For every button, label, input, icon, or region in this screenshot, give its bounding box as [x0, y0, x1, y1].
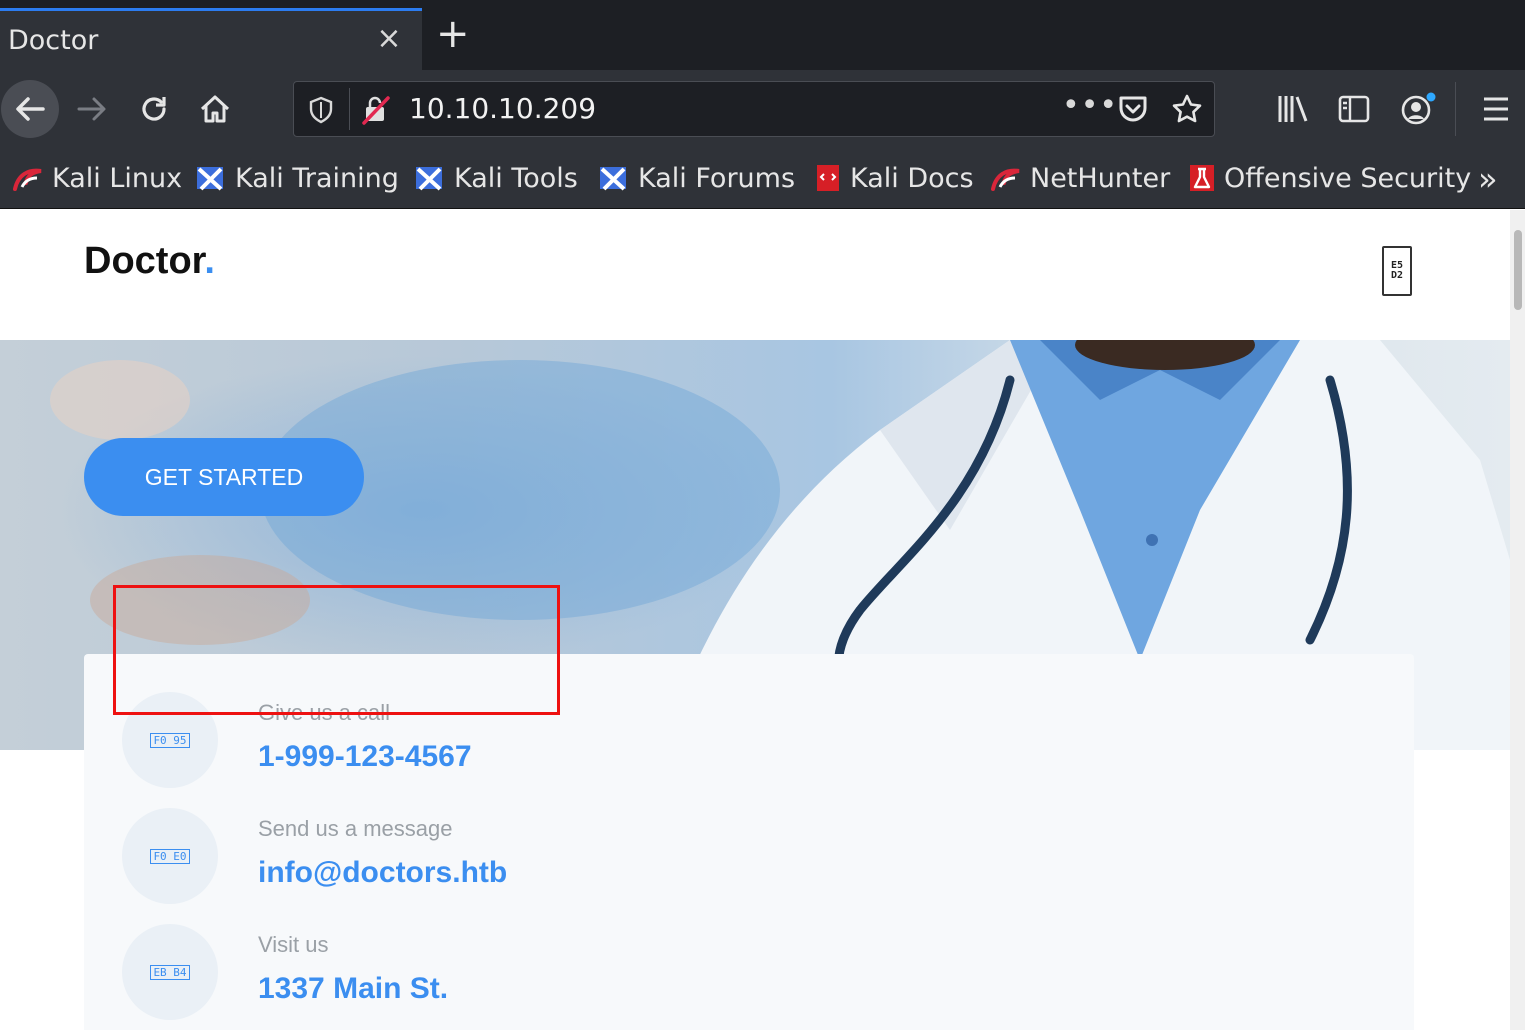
contact-email-link[interactable]: info@doctors.htb [258, 856, 507, 890]
get-started-button[interactable]: GET STARTED [84, 438, 364, 516]
annotation-highlight-box [113, 585, 560, 715]
address-bar[interactable]: 10.10.10.209 ••• [293, 81, 1215, 137]
site-logo[interactable]: Doctor. [84, 240, 215, 283]
bookmark-label: Offensive Security [1224, 162, 1472, 194]
navigation-toolbar: 10.10.10.209 ••• [0, 70, 1525, 148]
bookmark-kali-tools[interactable]: Kali Tools [414, 160, 578, 196]
contact-visit: EB B4 Visit us 1337 Main St. [84, 924, 784, 1030]
brand-name: Doctor [84, 240, 205, 282]
map-marker-icon: EB B4 [122, 924, 218, 1020]
home-button[interactable] [195, 70, 235, 148]
tracking-protection-shield-icon[interactable] [308, 96, 334, 124]
contact-label: Visit us [258, 932, 329, 957]
new-tab-button[interactable]: + [436, 14, 470, 54]
forward-arrow-icon [77, 97, 106, 121]
reload-button[interactable] [134, 70, 174, 148]
bookmark-label: Kali Training [235, 162, 399, 194]
phone-icon-glyph: F0 95 [150, 732, 190, 748]
sidebar-toggle-icon[interactable] [1338, 95, 1370, 123]
reload-icon [142, 97, 166, 121]
bookmark-label: Kali Tools [454, 162, 578, 194]
kali-forums-icon [600, 167, 626, 191]
nav-menu-toggle-icon[interactable]: E5 D2 [1382, 246, 1412, 296]
kali-docs-icon [817, 165, 839, 191]
insecure-connection-icon[interactable] [362, 95, 390, 125]
bookmark-nethunter[interactable]: NetHunter [990, 160, 1170, 196]
library-icon[interactable] [1277, 94, 1309, 124]
contact-label: Send us a message [258, 816, 453, 841]
map-marker-icon-glyph: EB B4 [150, 964, 190, 980]
toolbar-separator [1455, 82, 1456, 136]
scrollbar-thumb[interactable] [1514, 230, 1522, 310]
bookmark-star-icon[interactable] [1171, 93, 1203, 125]
forward-button[interactable] [72, 70, 112, 148]
bookmark-label: Kali Docs [850, 162, 974, 194]
bookmark-label: NetHunter [1030, 162, 1171, 194]
bookmark-label: Kali Forums [638, 162, 796, 194]
kali-tools-icon [416, 167, 442, 191]
bookmark-kali-linux[interactable]: Kali Linux [12, 160, 182, 196]
page-actions-icon[interactable]: ••• [1062, 88, 1118, 123]
envelope-icon-glyph: F0 E0 [150, 848, 190, 864]
contact-phone-link[interactable]: 1-999-123-4567 [258, 740, 472, 774]
back-arrow-icon [1, 80, 59, 138]
nethunter-icon [991, 168, 1020, 191]
contact-message: F0 E0 Send us a message info@doctors.htb [84, 808, 784, 918]
address-bar-separator [349, 88, 350, 130]
brand-dot: . [204, 240, 215, 282]
url-text[interactable]: 10.10.10.209 [409, 92, 596, 125]
pocket-icon[interactable] [1117, 94, 1149, 124]
contact-address-link[interactable]: 1337 Main St. [258, 972, 448, 1006]
tab-title: Doctor [8, 25, 99, 56]
bookmark-offensive-security[interactable]: Offensive Security [1188, 160, 1471, 196]
bookmarks-toolbar: Kali Linux Kali Training Kali Tools Kali… [0, 148, 1525, 209]
hamburger-menu-icon[interactable] [1482, 96, 1510, 122]
tab-strip: Doctor × + [0, 0, 1525, 70]
offsec-icon [1190, 165, 1214, 191]
bookmark-kali-forums[interactable]: Kali Forums [598, 160, 795, 196]
active-tab[interactable]: Doctor × [0, 8, 422, 70]
back-button[interactable] [0, 70, 60, 148]
kali-dragon-icon [13, 168, 42, 191]
kali-training-icon [197, 167, 223, 191]
page-scrollbar[interactable] [1510, 210, 1525, 1030]
bookmark-label: Kali Linux [52, 162, 183, 194]
home-icon [200, 95, 230, 123]
envelope-icon: F0 E0 [122, 808, 218, 904]
bookmark-kali-docs[interactable]: Kali Docs [814, 160, 974, 196]
tab-close-icon[interactable]: × [374, 21, 404, 56]
bookmark-kali-training[interactable]: Kali Training [195, 160, 399, 196]
account-icon[interactable] [1400, 92, 1436, 126]
bookmarks-overflow-chevron-icon[interactable]: » [1478, 160, 1498, 198]
